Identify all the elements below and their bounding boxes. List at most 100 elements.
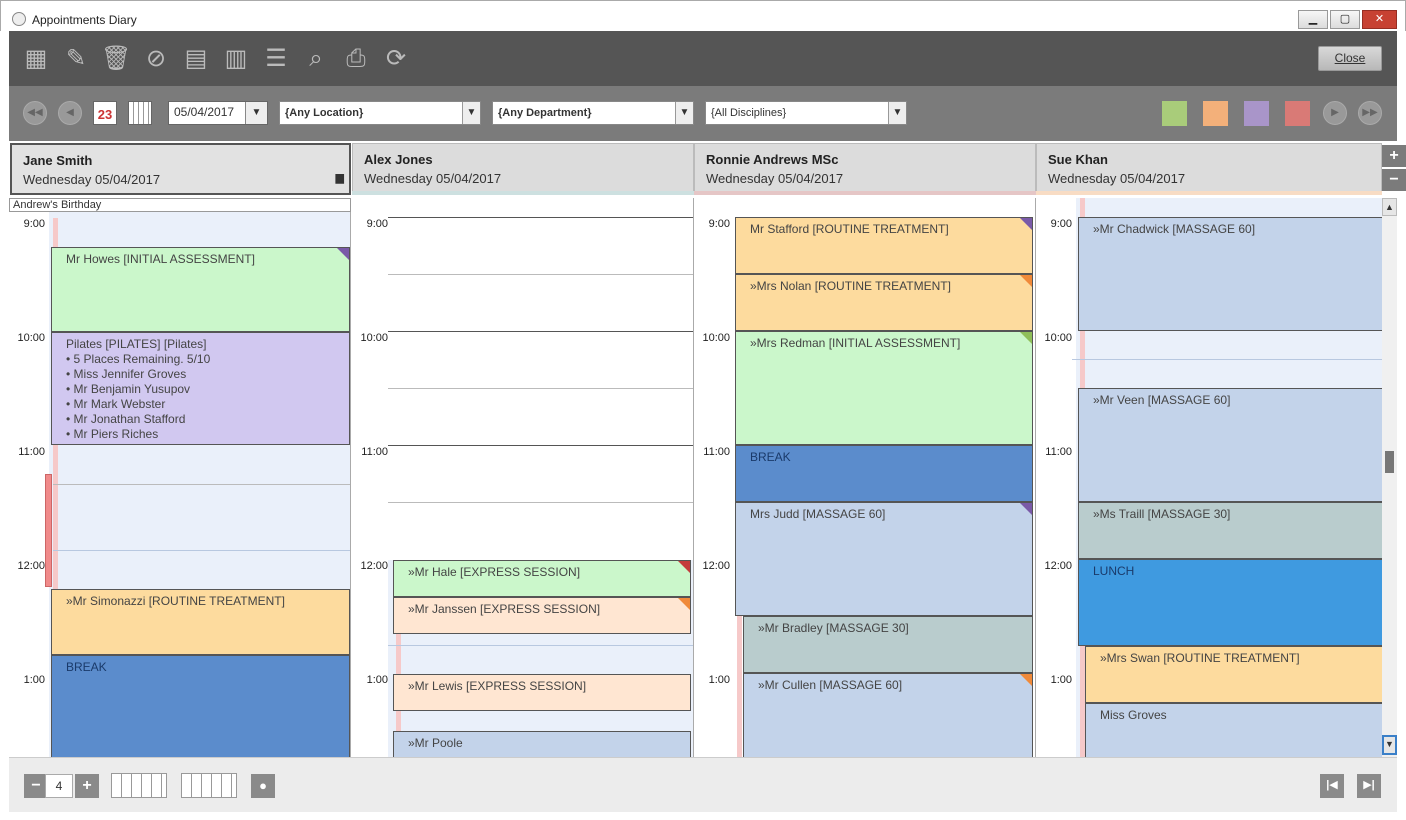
first-page-icon[interactable]: |◀ xyxy=(1320,774,1344,798)
workweek-view-icon[interactable] xyxy=(181,773,237,798)
calendar-icon[interactable]: ▆ xyxy=(336,171,344,184)
cancel-icon[interactable]: ⊘ xyxy=(141,44,171,74)
new-appointment-icon[interactable]: ▦ xyxy=(21,44,51,74)
appointment[interactable]: »Mr Bradley [MASSAGE 30] xyxy=(743,616,1033,673)
appointment[interactable]: »Mr Chadwick [MASSAGE 60] xyxy=(1078,217,1382,331)
break-block[interactable]: BREAK xyxy=(51,655,350,757)
search-icon[interactable]: ⌕ xyxy=(301,44,331,74)
appointment[interactable]: »Mr Janssen [EXPRESS SESSION] xyxy=(393,597,691,634)
lunch-block[interactable]: LUNCH xyxy=(1078,559,1382,646)
location-select[interactable]: {Any Location} ▼ xyxy=(279,101,481,125)
hour-label: 12:00 xyxy=(1044,560,1072,572)
discipline-select[interactable]: {All Disciplines} ▼ xyxy=(705,101,907,125)
list-icon[interactable]: ☰ xyxy=(261,44,291,74)
column-date: Wednesday 05/04/2017 xyxy=(23,172,161,187)
appointment[interactable]: »Mrs Nolan [ROUTINE TREATMENT] xyxy=(735,274,1033,331)
flag-icon xyxy=(1020,332,1032,344)
practitioner-name: Sue Khan xyxy=(1048,152,1108,167)
all-day-event[interactable]: Andrew's Birthday xyxy=(9,198,351,212)
time-axis: 9:00 10:00 11:00 12:00 1:00 xyxy=(9,198,49,757)
purple-filter-swatch[interactable] xyxy=(1244,101,1269,126)
column-header-sue-khan[interactable]: Sue Khan Wednesday 05/04/2017 xyxy=(1036,143,1382,195)
remove-column-button[interactable]: − xyxy=(1382,169,1406,191)
class-line: • 5 Places Remaining. 5/10 xyxy=(66,352,211,366)
pilates-class[interactable]: Pilates [PILATES] [Pilates] • 5 Places R… xyxy=(51,332,350,445)
hour-label: 9:00 xyxy=(23,218,45,230)
delete-trash-icon[interactable]: 🗑 xyxy=(101,44,131,74)
window-close-button[interactable]: ✕ xyxy=(1362,10,1397,29)
print-icon[interactable]: ⎙ xyxy=(341,44,371,74)
column-date: Wednesday 05/04/2017 xyxy=(706,171,844,186)
orange-filter-swatch[interactable] xyxy=(1203,101,1228,126)
minimize-button[interactable]: ▁ xyxy=(1298,10,1328,29)
increase-columns-button[interactable]: + xyxy=(75,774,99,798)
hour-label: 10:00 xyxy=(360,332,388,344)
date-picker[interactable]: 05/04/2017 ▼ xyxy=(168,101,268,125)
appointment[interactable]: Miss Groves xyxy=(1085,703,1382,757)
maximize-button[interactable]: ▢ xyxy=(1330,10,1360,29)
appointment[interactable]: »Mrs Swan [ROUTINE TREATMENT] xyxy=(1085,646,1382,703)
half-hour-line xyxy=(388,502,693,503)
appointment[interactable]: »Mr Hale [EXPRESS SESSION] xyxy=(393,560,691,597)
appointment[interactable]: Mrs Judd [MASSAGE 60] xyxy=(735,502,1033,616)
appointment[interactable]: »Mr Poole xyxy=(393,731,691,757)
half-hour-line xyxy=(388,645,693,646)
previous-icon[interactable]: ◀ xyxy=(58,101,82,125)
close-button[interactable]: Close xyxy=(1318,46,1382,71)
chevron-down-icon[interactable]: ▼ xyxy=(675,102,693,124)
chevron-down-icon[interactable]: ▼ xyxy=(888,102,906,124)
class-line: • Mr Benjamin Yusupov xyxy=(66,382,191,396)
appointment[interactable]: »Ms Traill [MASSAGE 30] xyxy=(1078,502,1382,559)
appointment[interactable]: »Mr Veen [MASSAGE 60] xyxy=(1078,388,1382,502)
appointment-label: »Mr Veen [MASSAGE 60] xyxy=(1093,393,1231,407)
appointment[interactable]: Mr Stafford [ROUTINE TREATMENT] xyxy=(735,217,1033,274)
appointment[interactable]: »Mr Lewis [EXPRESS SESSION] xyxy=(393,674,691,711)
vertical-scrollbar[interactable]: ▲ ▼ xyxy=(1382,198,1397,757)
column-count-field[interactable]: 4 xyxy=(45,774,73,798)
column-header-jane-smith[interactable]: Jane Smith Wednesday 05/04/2017 ▆ xyxy=(10,143,351,195)
hour-label: 12:00 xyxy=(702,560,730,572)
add-column-button[interactable]: + xyxy=(1382,145,1406,167)
appointment-label: Mrs Judd [MASSAGE 60] xyxy=(750,507,886,521)
scroll-down-icon[interactable]: ▼ xyxy=(1382,735,1397,755)
edit-pencil-icon[interactable]: ✎ xyxy=(61,44,91,74)
scroll-up-icon[interactable]: ▲ xyxy=(1382,198,1397,216)
flag-icon xyxy=(1020,275,1032,287)
appointment[interactable]: »Mr Cullen [MASSAGE 60] xyxy=(743,673,1033,757)
appointment-label: LUNCH xyxy=(1093,564,1135,578)
bottom-bar: − 4 + ● |◀ ▶| xyxy=(9,757,1397,812)
today-calendar-icon[interactable]: 23 xyxy=(93,101,117,125)
hour-label: 9:00 xyxy=(708,218,730,230)
rewind-icon[interactable]: ◀◀ xyxy=(23,101,47,125)
green-filter-swatch[interactable] xyxy=(1162,101,1187,126)
person-icon[interactable]: ● xyxy=(251,774,275,798)
time-axis: 9:00 10:00 11:00 12:00 1:00 xyxy=(694,198,734,757)
red-filter-swatch[interactable] xyxy=(1285,101,1310,126)
last-page-icon[interactable]: ▶| xyxy=(1357,774,1381,798)
appointment-label: »Mr Janssen [EXPRESS SESSION] xyxy=(408,602,601,616)
flag-icon xyxy=(1020,503,1032,515)
refresh-icon[interactable]: ⟳ xyxy=(381,44,411,74)
add-bookmark-icon[interactable]: ▥ xyxy=(221,44,251,74)
appointment-label: BREAK xyxy=(66,660,107,674)
chevron-down-icon[interactable]: ▼ xyxy=(462,102,480,124)
month-calendar-icon[interactable] xyxy=(128,101,152,125)
appointment-label: Mr Howes [INITIAL ASSESSMENT] xyxy=(66,252,255,266)
half-hour-line xyxy=(388,388,693,389)
appointment-label: »Ms Traill [MASSAGE 30] xyxy=(1093,507,1231,521)
chevron-down-icon[interactable]: ▼ xyxy=(245,102,267,124)
fast-forward-icon[interactable]: ▶▶ xyxy=(1358,101,1382,125)
appointment-label: Miss Groves xyxy=(1100,708,1167,722)
add-note-icon[interactable]: ▤ xyxy=(181,44,211,74)
next-icon[interactable]: ▶ xyxy=(1323,101,1347,125)
column-date: Wednesday 05/04/2017 xyxy=(1048,171,1186,186)
column-header-ronnie-andrews[interactable]: Ronnie Andrews MSc Wednesday 05/04/2017 xyxy=(694,143,1036,195)
appointment[interactable]: »Mr Simonazzi [ROUTINE TREATMENT] xyxy=(51,589,350,655)
appointment[interactable]: Mr Howes [INITIAL ASSESSMENT] xyxy=(51,247,350,332)
break-block[interactable]: BREAK xyxy=(735,445,1033,502)
week-view-icon[interactable] xyxy=(111,773,167,798)
column-header-alex-jones[interactable]: Alex Jones Wednesday 05/04/2017 xyxy=(352,143,694,195)
scroll-thumb[interactable] xyxy=(1385,451,1394,473)
department-select[interactable]: {Any Department} ▼ xyxy=(492,101,694,125)
appointment[interactable]: »Mrs Redman [INITIAL ASSESSMENT] xyxy=(735,331,1033,445)
